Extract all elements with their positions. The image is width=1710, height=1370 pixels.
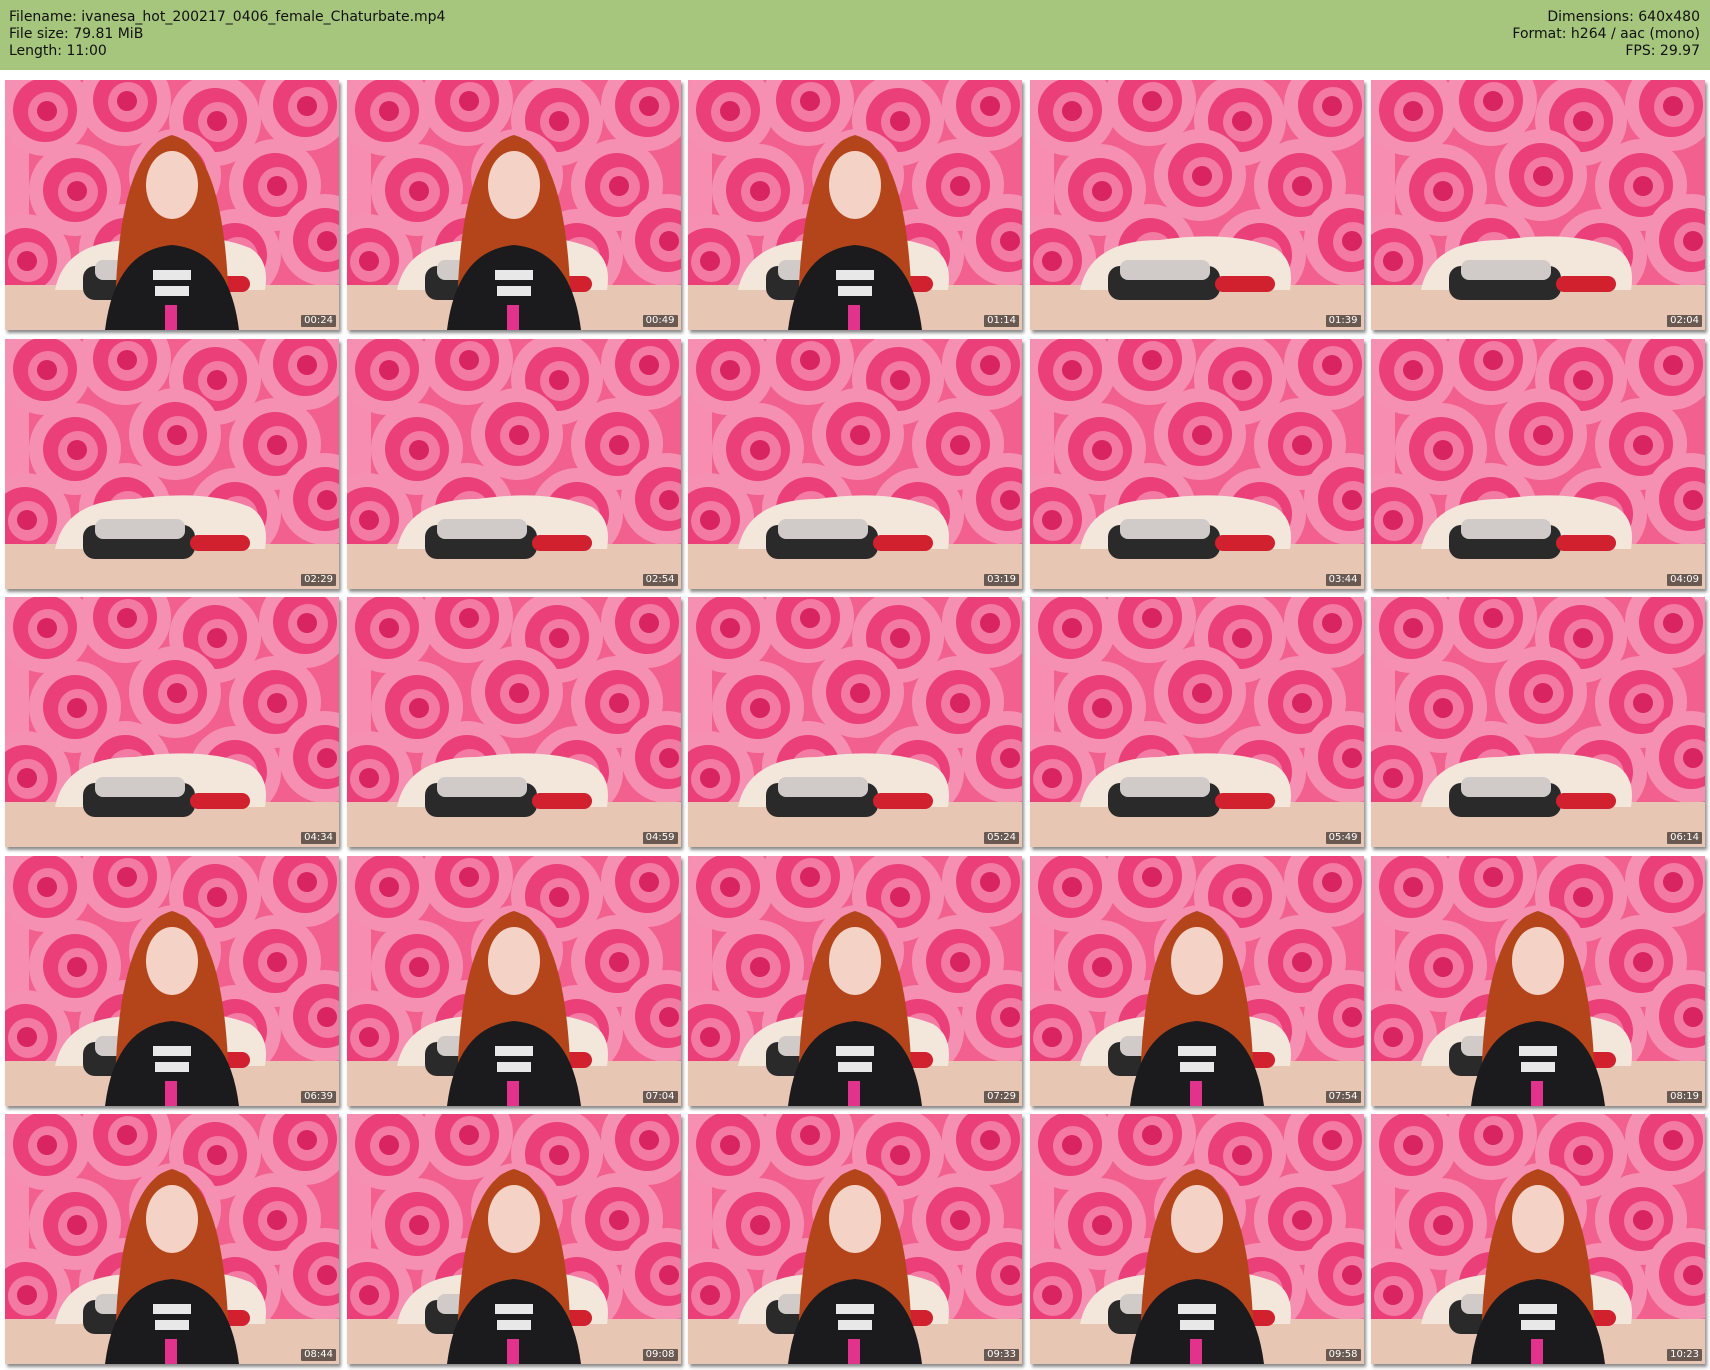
video-thumbnail[interactable]: 00:49 [346, 80, 681, 330]
timestamp-label: 07:04 [642, 1090, 678, 1103]
video-thumbnail[interactable]: 09:58 [1029, 1114, 1364, 1364]
thumbnail-frame-image [1029, 597, 1364, 847]
thumbnail-frame-image [1029, 855, 1364, 1106]
length-label: Length: 11:00 [9, 43, 107, 59]
thumbnail-frame-image [688, 597, 1022, 847]
thumbnail-frame-image [688, 855, 1022, 1106]
video-thumbnail[interactable]: 09:33 [688, 1114, 1022, 1364]
timestamp-label: 09:58 [1325, 1349, 1361, 1361]
timestamp-label: 02:04 [1667, 315, 1702, 327]
timestamp-label: 10:23 [1667, 1349, 1702, 1361]
dimensions-label: Dimensions: 640x480 [1547, 9, 1700, 25]
thumbnail-frame-image [1029, 1114, 1364, 1364]
video-thumbnail[interactable]: 07:04 [346, 855, 681, 1106]
video-thumbnail[interactable]: 06:39 [5, 855, 339, 1106]
video-thumbnail[interactable]: 02:54 [346, 338, 681, 589]
format-label: Format: h264 / aac (mono) [1512, 26, 1700, 42]
video-thumbnail[interactable]: 04:09 [1371, 338, 1705, 589]
file-info-left: Filename: ivanesa_hot_200217_0406_female… [9, 9, 445, 60]
video-thumbnail[interactable]: 03:44 [1029, 338, 1364, 589]
info-header: Filename: ivanesa_hot_200217_0406_female… [0, 0, 1710, 70]
timestamp-label: 05:24 [984, 832, 1019, 844]
video-thumbnail[interactable]: 04:34 [5, 597, 339, 847]
thumbnail-frame-image [5, 1114, 339, 1364]
timestamp-label: 09:33 [984, 1349, 1019, 1361]
video-thumbnail[interactable]: 07:29 [688, 855, 1022, 1106]
video-thumbnail[interactable]: 00:24 [5, 80, 339, 330]
thumbnail-frame-image [1371, 855, 1705, 1106]
timestamp-label: 02:54 [642, 573, 678, 586]
thumbnail-frame-image [5, 338, 339, 589]
video-thumbnail[interactable]: 05:24 [688, 597, 1022, 847]
file-size-label: File size: 79.81 MiB [9, 26, 144, 42]
timestamp-label: 06:39 [301, 1090, 336, 1103]
filename-label: Filename: ivanesa_hot_200217_0406_female… [9, 9, 446, 25]
timestamp-label: 08:44 [301, 1349, 336, 1361]
thumbnail-frame-image [5, 80, 339, 330]
video-thumbnail[interactable]: 10:23 [1371, 1114, 1705, 1364]
timestamp-label: 03:44 [1325, 573, 1361, 586]
video-thumbnail[interactable]: 07:54 [1029, 855, 1364, 1106]
video-thumbnail[interactable]: 05:49 [1029, 597, 1364, 847]
thumbnail-grid: 00:24 00:49 01:14 01:39 02:04 02:29 02:5… [5, 80, 1705, 1365]
thumbnail-frame-image [5, 597, 339, 847]
thumbnail-frame-image [1371, 1114, 1705, 1364]
timestamp-label: 00:24 [301, 315, 336, 327]
thumbnail-frame-image [1371, 80, 1705, 330]
timestamp-label: 02:29 [301, 573, 336, 586]
thumbnail-frame-image [688, 338, 1022, 589]
thumbnail-frame-image [346, 855, 681, 1106]
video-thumbnail[interactable]: 04:59 [346, 597, 681, 847]
timestamp-label: 05:49 [1325, 832, 1361, 844]
video-thumbnail[interactable]: 02:29 [5, 338, 339, 589]
timestamp-label: 04:34 [301, 832, 336, 844]
timestamp-label: 09:08 [642, 1349, 678, 1361]
thumbnail-frame-image [688, 80, 1022, 330]
timestamp-label: 01:39 [1325, 315, 1361, 327]
video-thumbnail[interactable]: 01:39 [1029, 80, 1364, 330]
thumbnail-frame-image [1371, 597, 1705, 847]
fps-label: FPS: 29.97 [1625, 43, 1700, 59]
thumbnail-frame-image [1029, 80, 1364, 330]
video-thumbnail[interactable]: 08:44 [5, 1114, 339, 1364]
thumbnail-frame-image [1371, 338, 1705, 589]
thumbnail-frame-image [346, 1114, 681, 1364]
thumbnail-frame-image [1029, 338, 1364, 589]
video-thumbnail[interactable]: 01:14 [688, 80, 1022, 330]
timestamp-label: 07:54 [1325, 1090, 1361, 1103]
timestamp-label: 07:29 [984, 1090, 1019, 1103]
video-thumbnail[interactable]: 06:14 [1371, 597, 1705, 847]
timestamp-label: 04:59 [642, 832, 678, 844]
file-info-right: Dimensions: 640x480 Format: h264 / aac (… [1512, 9, 1700, 60]
video-thumbnail[interactable]: 09:08 [346, 1114, 681, 1364]
video-thumbnail[interactable]: 03:19 [688, 338, 1022, 589]
timestamp-label: 01:14 [984, 315, 1019, 327]
timestamp-label: 03:19 [984, 573, 1019, 586]
thumbnail-frame-image [5, 855, 339, 1106]
timestamp-label: 08:19 [1667, 1090, 1702, 1103]
video-thumbnail[interactable]: 02:04 [1371, 80, 1705, 330]
timestamp-label: 04:09 [1667, 573, 1702, 586]
timestamp-label: 00:49 [642, 315, 678, 327]
thumbnail-frame-image [346, 80, 681, 330]
timestamp-label: 06:14 [1667, 832, 1702, 844]
video-thumbnail[interactable]: 08:19 [1371, 855, 1705, 1106]
thumbnail-frame-image [688, 1114, 1022, 1364]
thumbnail-frame-image [346, 597, 681, 847]
thumbnail-frame-image [346, 338, 681, 589]
